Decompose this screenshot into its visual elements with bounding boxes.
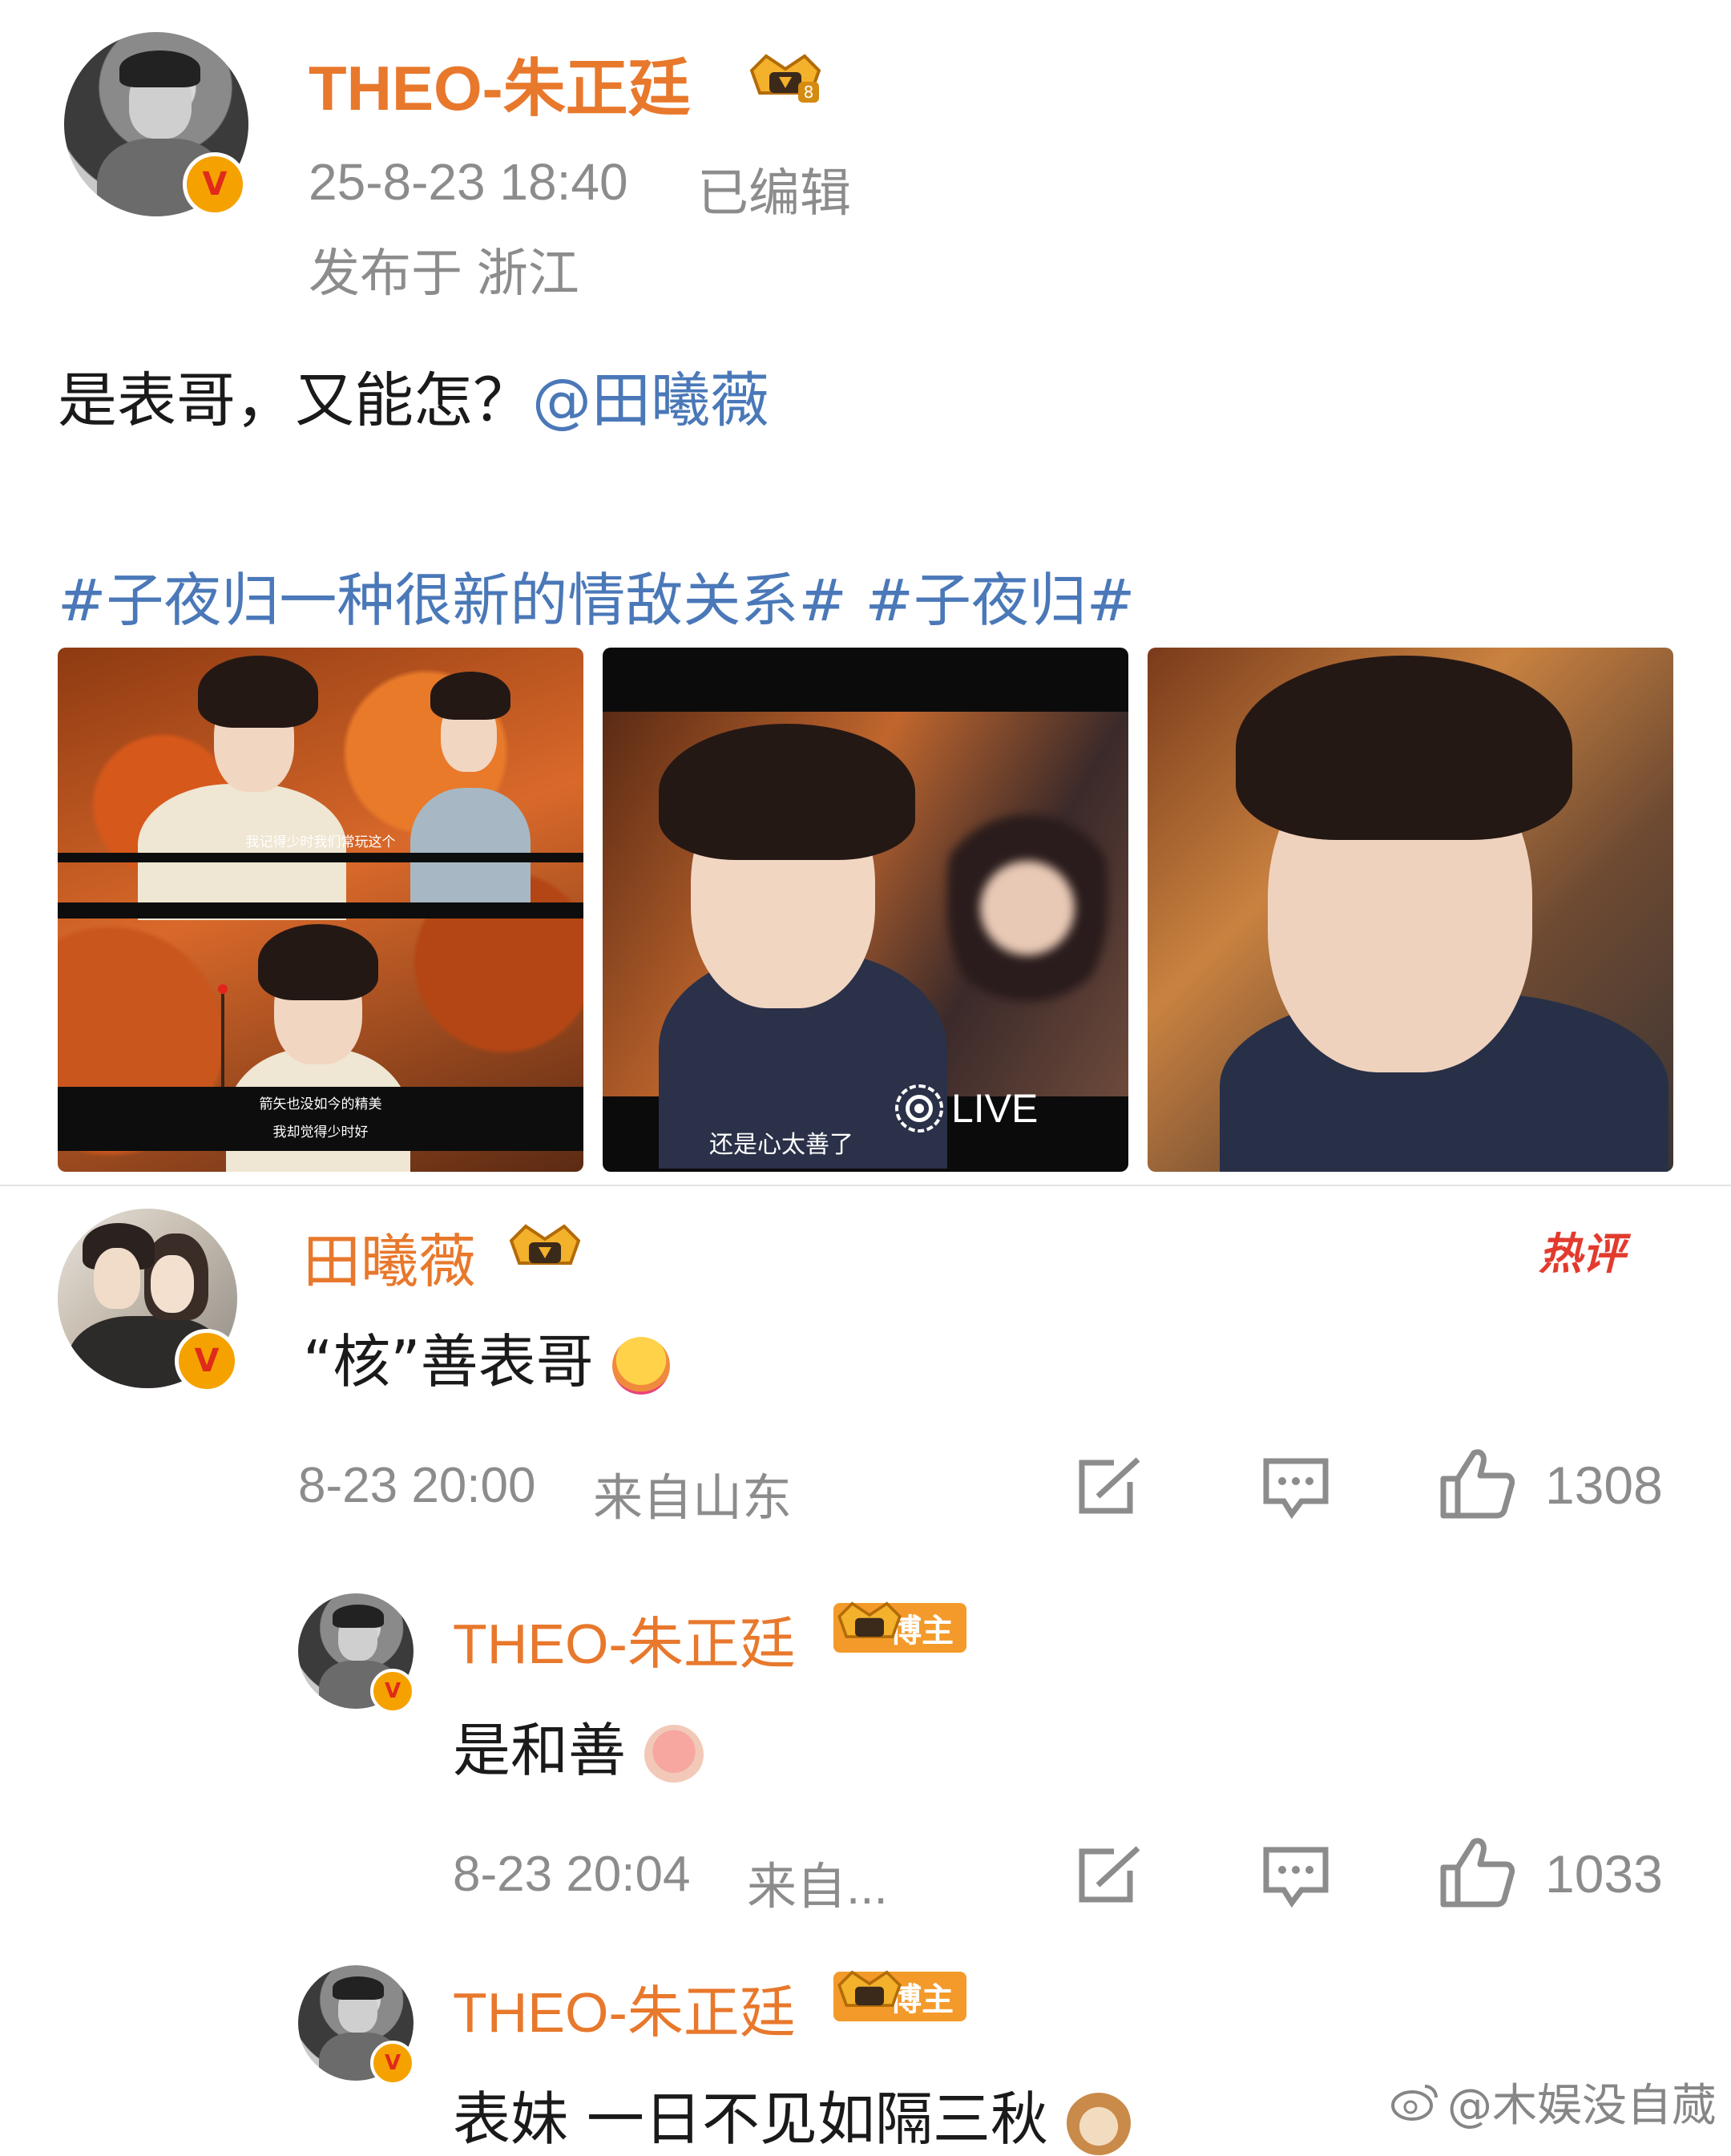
reply2-text-body: 表妹 一日不见如隔三秋 [453,2085,1048,2153]
comment1-location: 来自山东 [593,1471,793,1526]
reply2-verified-icon: V [370,2041,415,2085]
post-text: 是表哥，又能怎？@田曦薇 [58,353,769,438]
hashtag-links[interactable]: #子夜归一种很新的情敌关系# #子夜归# [58,553,1135,637]
reply1-verified-icon: V [370,1669,415,1714]
reply1-time: 8-23 20:04 [453,1847,691,1902]
reply2-author[interactable]: THEO-朱正廷 [453,1968,796,2049]
like-icon[interactable] [1438,1447,1515,1520]
image1-subtitle-bottom-2: 我却觉得少时好 [272,1124,369,1141]
reply1-like-count: 1033 [1545,1844,1663,1904]
post-divider [0,1185,1731,1186]
reply1-author[interactable]: THEO-朱正廷 [453,1599,796,1680]
image1-subtitle-top: 我记得少时我们常玩这个 [245,834,396,850]
post-image-2[interactable]: LIVE 还是心太善了 [603,648,1128,1172]
post-body: 是表哥，又能怎？ [58,366,532,435]
comment1-crown-icon [509,1224,581,1265]
post-image-1[interactable]: 我记得少时我们常玩这个 箭矢也没如今的精美 我却觉得少时好 [58,648,583,1172]
post-date: 25-8-23 18:40 [309,153,628,211]
watermark-text: @木娱没自蒇 [1447,2080,1717,2132]
reply1-like-icon[interactable] [1438,1835,1515,1909]
comment1-text: “核”善表哥 [303,1314,670,1399]
image2-subtitle: 还是心太善了 [709,1131,853,1159]
comment1-verified-icon: V [175,1329,239,1393]
mention-link[interactable]: @田曦薇 [532,366,769,435]
reply1-repost-icon[interactable] [1074,1843,1146,1908]
reply2-crown-icon [837,1970,902,2007]
comment-icon[interactable] [1260,1455,1332,1519]
post-author-name[interactable]: THEO-朱正廷 [309,38,691,128]
comment1-like-count: 1308 [1545,1456,1663,1515]
hot-comment-badge: 热评 [1539,1228,1625,1279]
hug-emoji-icon [611,1337,670,1395]
comment1-text-body: “核”善表哥 [303,1328,594,1395]
reply1-crown-icon [837,1601,902,1638]
cat-emoji-icon [1066,2091,1131,2156]
watermark: @木娱没自蒇 [1390,2069,1717,2134]
edited-label[interactable]: 已编辑 [697,152,851,226]
verified-badge-icon: V [183,152,247,216]
image1-subtitle-bottom-1: 箭矢也没如今的精美 [259,1096,382,1112]
vip-crown-icon: 8 [749,54,821,103]
shy-emoji-icon [644,1725,704,1785]
comment1-author[interactable]: 田曦薇 [303,1214,476,1298]
reply2-text: 表妹 一日不见如隔三秋 [453,2072,1131,2156]
reply1-text-body: 是和善 [453,1717,627,1784]
weibo-logo-icon [1391,2084,1438,2121]
reply1-comment-icon[interactable] [1260,1843,1332,1908]
reply1-location: 来自... [747,1859,888,1915]
svg-text:8: 8 [804,83,814,102]
post-location: 发布于 浙江 [309,244,579,302]
reply1-text: 是和善 [453,1703,704,1787]
post-image-3[interactable] [1148,648,1673,1172]
repost-icon[interactable] [1074,1455,1146,1519]
comment1-time: 8-23 20:00 [298,1458,536,1513]
